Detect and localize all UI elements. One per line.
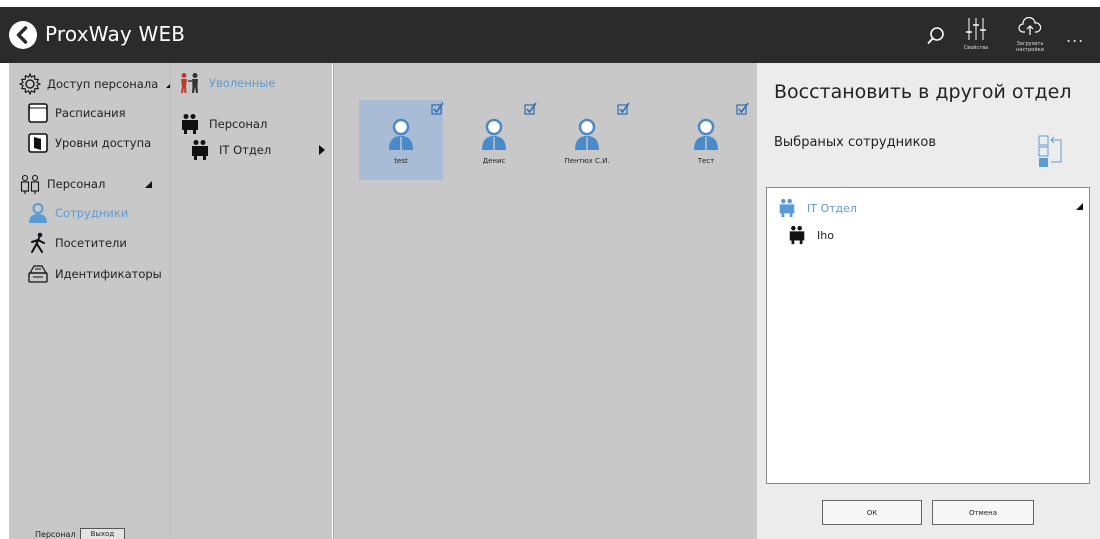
left-navigation: Доступ персонала Расписания Уровни досту… bbox=[9, 63, 174, 539]
nav-item-access-levels[interactable]: Уровни доступа bbox=[27, 131, 151, 155]
employee-card[interactable]: Тест bbox=[664, 100, 749, 180]
footer-section-label: Персонал bbox=[35, 529, 76, 539]
group-icon bbox=[189, 139, 211, 161]
person-avatar-icon bbox=[389, 118, 413, 150]
employee-card[interactable]: Пентюх С.И. bbox=[545, 100, 630, 180]
nav-item-visitors[interactable]: Посетители bbox=[27, 231, 127, 255]
employee-name: test bbox=[394, 157, 408, 165]
department-tree: Уволенные Персонал IT Отдел bbox=[170, 63, 332, 539]
back-button[interactable] bbox=[9, 21, 37, 49]
nav-item-label: Сотрудники bbox=[55, 206, 129, 220]
list-item-label: IT Отдел bbox=[807, 201, 857, 215]
exit-button[interactable]: Выход bbox=[79, 528, 126, 539]
door-icon bbox=[27, 132, 49, 154]
upload-settings-label: Загрузить настройки bbox=[1016, 41, 1044, 53]
list-item-department[interactable]: IT Отдел bbox=[777, 198, 857, 218]
calendar-icon bbox=[27, 102, 49, 124]
nav-item-label: Персонал bbox=[47, 177, 106, 191]
nav-footer: Персонал Выход bbox=[35, 528, 126, 539]
expand-arrow-icon[interactable] bbox=[319, 145, 325, 155]
group-icon bbox=[179, 113, 201, 135]
search-icon bbox=[927, 27, 944, 45]
top-bar: ProxWay WEB Свойства Загрузить настройки… bbox=[0, 7, 1100, 63]
checkbox-checked-icon[interactable] bbox=[736, 102, 749, 115]
department-list[interactable]: IT Отдел Iho bbox=[766, 187, 1090, 484]
app-title: ProxWay WEB bbox=[45, 22, 186, 46]
tree-item-label: Персонал bbox=[209, 117, 268, 131]
checkbox-checked-icon[interactable] bbox=[524, 102, 537, 115]
person-avatar-icon bbox=[575, 118, 599, 150]
collapse-triangle-icon[interactable] bbox=[1076, 203, 1083, 210]
visitor-icon bbox=[27, 232, 49, 254]
list-item-label: Iho bbox=[817, 228, 834, 242]
nav-item-schedules[interactable]: Расписания bbox=[27, 101, 126, 125]
tree-item-label: IT Отдел bbox=[219, 143, 272, 157]
cancel-button[interactable]: Отмена bbox=[932, 500, 1034, 525]
employee-card[interactable]: test bbox=[359, 100, 444, 180]
properties-button[interactable]: Свойства bbox=[958, 17, 994, 51]
more-button[interactable]: ... bbox=[1066, 27, 1084, 46]
restore-department-panel: Восстановить в другой отдел Выбраных сот… bbox=[757, 63, 1100, 539]
nav-item-personnel[interactable]: Персонал bbox=[19, 172, 153, 196]
ok-button[interactable]: ОК bbox=[822, 500, 922, 525]
checkbox-checked-icon[interactable] bbox=[431, 102, 444, 115]
card-reader-icon bbox=[27, 263, 49, 285]
move-to-group-icon[interactable] bbox=[1038, 135, 1064, 169]
tree-item-fired[interactable]: Уволенные bbox=[179, 72, 275, 94]
selected-employees-label: Выбраных сотрудников bbox=[774, 135, 937, 150]
group-icon bbox=[777, 198, 797, 218]
employee-name: Денис bbox=[482, 157, 506, 165]
fired-people-icon bbox=[179, 72, 201, 94]
nav-item-staff-access[interactable]: Доступ персонала bbox=[18, 72, 174, 96]
tree-item-label: Уволенные bbox=[209, 76, 276, 90]
checkbox-checked-icon[interactable] bbox=[617, 102, 630, 115]
search-button[interactable] bbox=[926, 26, 946, 46]
employee-name: Тест bbox=[697, 157, 715, 165]
tree-item-personnel[interactable]: Персонал bbox=[179, 113, 267, 135]
sliders-icon bbox=[966, 18, 986, 40]
nav-item-label: Идентификаторы bbox=[55, 267, 162, 281]
nav-item-label: Уровни доступа bbox=[55, 136, 152, 150]
properties-label: Свойства bbox=[963, 45, 989, 51]
nav-item-label: Посетители bbox=[55, 236, 127, 250]
upload-settings-button[interactable]: Загрузить настройки bbox=[1010, 16, 1050, 53]
panel-title: Восстановить в другой отдел bbox=[774, 81, 1072, 103]
employee-grid: test Денис Пентюх С.И. Тест bbox=[333, 63, 757, 539]
collapse-triangle-icon[interactable] bbox=[145, 180, 153, 188]
cloud-upload-icon bbox=[1018, 16, 1042, 35]
nav-item-identifiers[interactable]: Идентификаторы bbox=[27, 262, 162, 286]
person-avatar-icon bbox=[482, 118, 506, 150]
person-avatar-icon bbox=[694, 118, 718, 150]
nav-item-label: Расписания bbox=[55, 106, 126, 120]
personnel-icon bbox=[19, 173, 41, 195]
nav-item-label: Доступ персонала bbox=[47, 77, 159, 91]
gear-icon bbox=[18, 72, 42, 96]
nav-item-employees[interactable]: Сотрудники bbox=[27, 201, 128, 225]
employee-card[interactable]: Денис bbox=[452, 100, 537, 180]
employee-name: Пентюх С.И. bbox=[564, 157, 610, 165]
employee-icon bbox=[27, 202, 49, 224]
chevron-left-icon bbox=[16, 26, 28, 44]
app-window: ProxWay WEB Свойства Загрузить настройки… bbox=[0, 0, 1100, 539]
list-item-subdepartment[interactable]: Iho bbox=[787, 225, 834, 245]
tree-item-it-department[interactable]: IT Отдел bbox=[189, 139, 271, 161]
group-icon bbox=[787, 225, 807, 245]
